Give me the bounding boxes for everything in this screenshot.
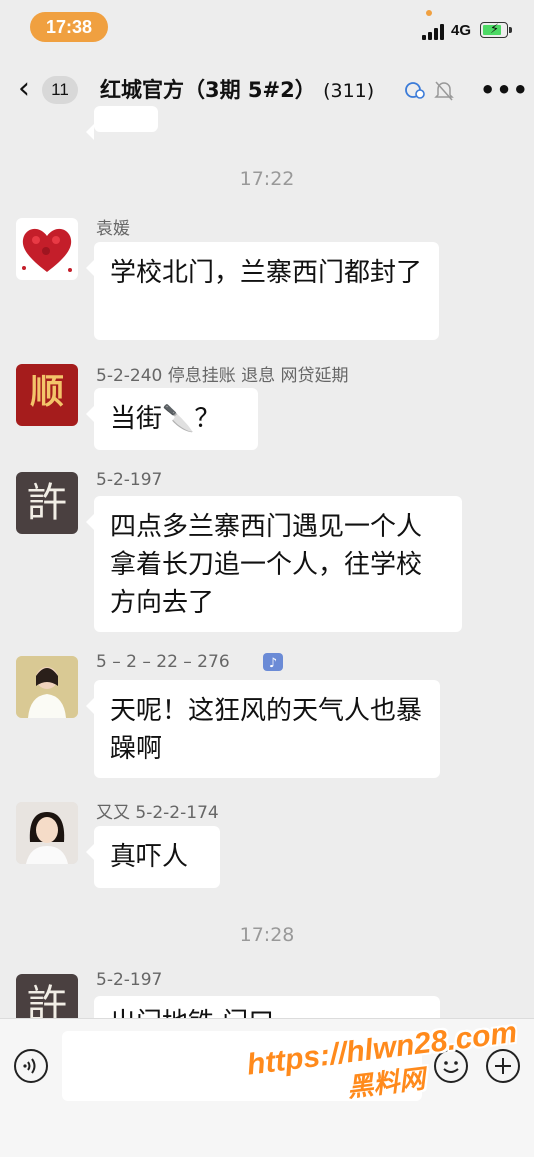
avatar-text: 許 <box>27 480 67 526</box>
privacy-indicator-icon <box>426 10 432 16</box>
timestamp: 17:22 <box>239 168 295 190</box>
avatar-girl-photo[interactable] <box>16 802 78 864</box>
heart-avatar-icon <box>22 228 72 272</box>
more-options-icon[interactable]: ••• <box>480 78 529 102</box>
network-type: 4G <box>451 22 472 39</box>
message-bubble[interactable]: 真吓人 <box>86 826 220 888</box>
sender-name: 又又 5-2-2-174 <box>96 803 219 823</box>
partial-message-bubble <box>86 106 158 140</box>
avatar-shun[interactable]: 顺 <box>16 364 78 426</box>
status-time: 17:38 <box>30 12 108 42</box>
person-photo-icon <box>16 802 78 864</box>
battery-nub <box>509 27 512 33</box>
chat-header: ‹ 11 红城官方（3期 5#2） (311) ••• <box>0 60 534 122</box>
sender-name: 5-2-197 <box>96 970 163 990</box>
member-count: (311) <box>323 80 375 102</box>
message-bubble[interactable]: 学校北门，兰寨西门都封了 <box>86 242 439 340</box>
timestamp: 17:28 <box>239 924 295 946</box>
avatar-xu[interactable]: 許 <box>16 472 78 534</box>
sender-name: 5 – 2 – 22 – 276 <box>96 652 230 672</box>
group-name: 红城官方（3期 5#2） <box>100 78 316 102</box>
group-chat-icon <box>405 82 425 99</box>
sender-name: 5-2-197 <box>96 470 163 490</box>
music-note-icon: ♪ <box>263 653 283 671</box>
sender-name: 袁媛 <box>96 219 130 239</box>
battery-icon: ⚡ <box>480 22 508 38</box>
message-bubble[interactable]: 天呢！这狂风的天气人也暴躁啊 <box>86 680 440 778</box>
message-bubble[interactable]: 四点多兰寨西门遇见一个人拿着长刀追一个人，往学校方向去了 <box>86 496 462 632</box>
voice-input-icon[interactable] <box>14 1049 48 1083</box>
avatar-text: 顺 <box>30 372 64 412</box>
back-arrow-icon[interactable]: ‹ <box>18 74 30 104</box>
back-unread-count[interactable]: 11 <box>42 76 78 104</box>
mute-bell-icon <box>434 81 454 101</box>
avatar-xu[interactable]: 許 <box>16 974 78 1018</box>
sender-name: 5-2-240 停息挂账 退息 网贷延期 <box>96 366 349 386</box>
avatar-heart[interactable] <box>16 218 78 280</box>
chat-title: 红城官方（3期 5#2） (311) <box>100 74 374 107</box>
status-bar: 17:38 4G ⚡ <box>0 0 534 56</box>
svg-text:♪: ♪ <box>269 656 277 671</box>
signal-icon <box>422 24 446 40</box>
avatar-text: 許 <box>27 982 67 1018</box>
person-photo-icon <box>16 656 78 718</box>
avatar-woman-photo[interactable] <box>16 656 78 718</box>
message-bubble[interactable]: 当街🔪？ <box>86 388 258 450</box>
message-bubble[interactable]: 出门地铁 门口... <box>94 996 440 1018</box>
